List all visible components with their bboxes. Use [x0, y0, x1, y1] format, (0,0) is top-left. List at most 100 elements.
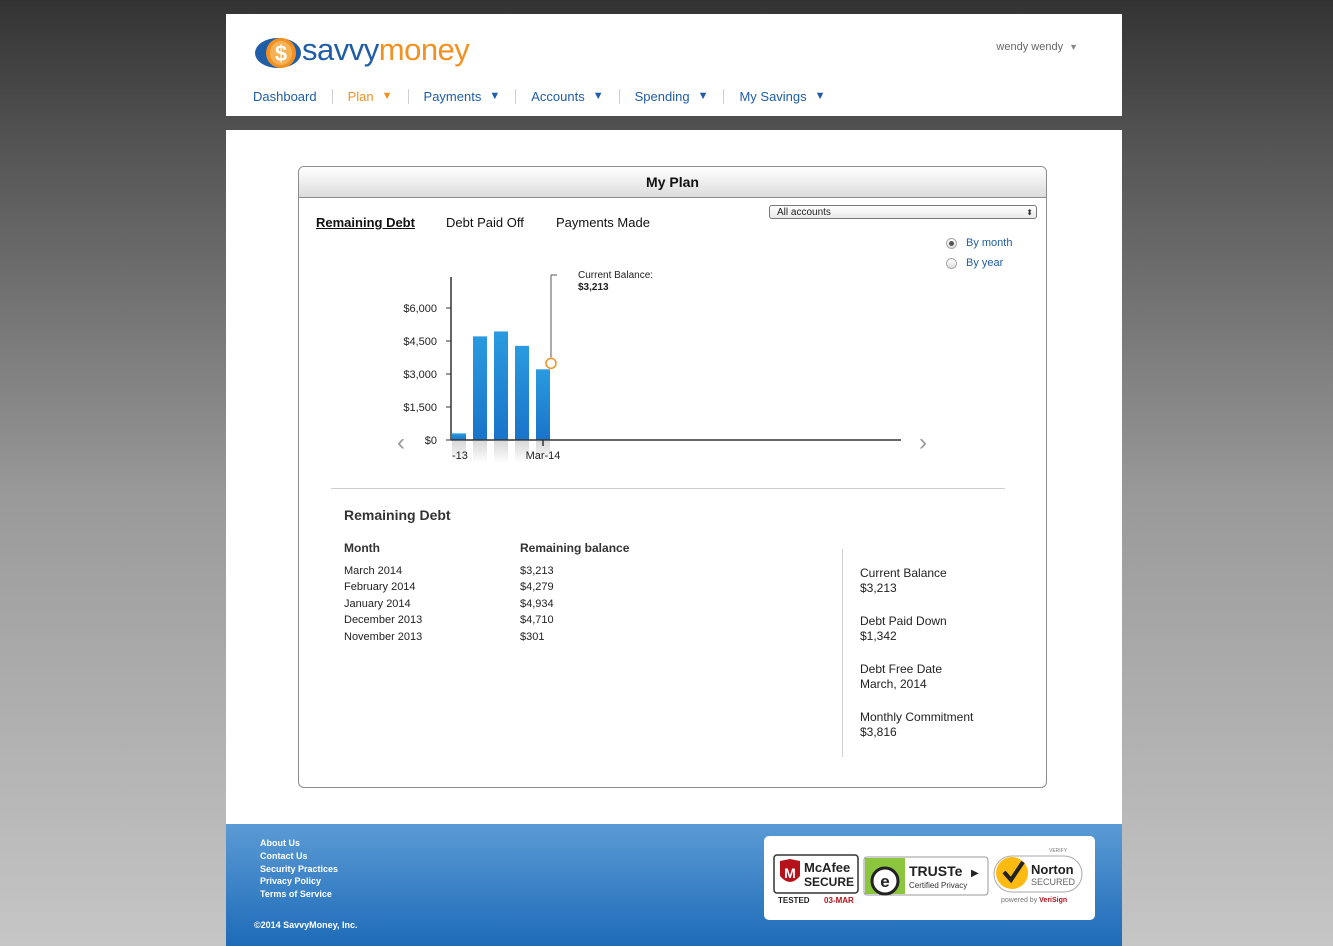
remaining-debt-heading: Remaining Debt [344, 507, 451, 523]
stat-monthly-commitment: Monthly Commitment $3,816 [860, 710, 973, 740]
radio-by-year-label: By year [966, 257, 1004, 269]
nav-plan[interactable]: Plan ▼ [331, 88, 408, 104]
stat-value: $3,816 [860, 725, 897, 739]
nav-dashboard[interactable]: Dashboard [253, 89, 332, 104]
svg-text:M: M [784, 865, 796, 881]
bar [494, 331, 508, 440]
nav-accounts-label: Accounts [531, 88, 585, 104]
footer-link-terms[interactable]: Terms of Service [260, 889, 332, 899]
svg-text:03-MAR: 03-MAR [824, 896, 854, 905]
bar-reflection [494, 441, 508, 463]
svg-text:Certified Privacy: Certified Privacy [909, 881, 967, 890]
nav-spending[interactable]: Spending ▼ [618, 88, 724, 104]
divider [331, 488, 1005, 489]
x-tick-label: Mar-14 [526, 450, 561, 462]
nav-my-savings-label: My Savings [739, 88, 807, 104]
row-month: March 2014 [344, 565, 403, 577]
nav-plan-label: Plan [347, 88, 374, 104]
row-balance: $4,710 [520, 614, 554, 626]
y-tick-label: $4,500 [403, 336, 437, 348]
row-month: February 2014 [344, 581, 416, 593]
stat-current-balance: Current Balance $3,213 [860, 566, 947, 596]
chevron-down-icon: ▼ [489, 90, 501, 102]
svg-text:Norton: Norton [1031, 862, 1074, 877]
footer-link-contact[interactable]: Contact Us [260, 851, 308, 861]
copyright: ©2014 SavvyMoney, Inc. [254, 920, 358, 930]
radio-checked-icon [946, 237, 957, 249]
footer-link-privacy[interactable]: Privacy Policy [260, 876, 321, 886]
savvymoney-logo[interactable]: $ savvymoney [254, 32, 474, 72]
mcafee-secure-badge[interactable]: M McAfee SECURE TESTED 03-MAR [773, 854, 859, 905]
trust-seals: M McAfee SECURE TESTED 03-MAR e TRUSTe ▶… [764, 836, 1095, 920]
user-menu[interactable]: wendy wendy ▼ [996, 41, 1078, 53]
column-header-month: Month [344, 541, 380, 555]
row-balance: $4,934 [520, 598, 554, 610]
stat-label: Current Balance [860, 566, 947, 580]
tab-debt-paid-off[interactable]: Debt Paid Off [446, 215, 524, 230]
stat-label: Debt Paid Down [860, 614, 947, 628]
norton-check-icon [996, 857, 1028, 889]
chart-next-icon[interactable]: › [919, 429, 927, 456]
y-tick-label: $0 [425, 435, 437, 447]
row-balance: $3,213 [520, 565, 554, 577]
svg-text:TESTED: TESTED [778, 896, 810, 905]
stat-debt-free-date: Debt Free Date March, 2014 [860, 662, 942, 692]
svg-text:powered by VeriSign: powered by VeriSign [1001, 897, 1067, 904]
logo-coin-icon: $ [255, 38, 301, 68]
stat-value: $1,342 [860, 629, 897, 643]
svg-text:McAfee: McAfee [804, 860, 850, 875]
norton-secured-badge[interactable]: VERIFY Norton SECURED powered by VeriSig… [993, 848, 1083, 904]
bar [536, 369, 550, 440]
nav-payments-label: Payments [423, 88, 482, 104]
select-arrows-icon: ⬍ [1026, 208, 1033, 217]
account-select[interactable]: All accounts ⬍ [769, 205, 1037, 219]
truste-badge[interactable]: e TRUSTe ▶ Certified Privacy [863, 856, 989, 896]
bar [452, 433, 466, 440]
stat-value: $3,213 [860, 581, 897, 595]
main-nav: Dashboard Plan ▼ Payments ▼ Accounts ▼ Spen… [253, 86, 841, 106]
svg-text:$: $ [275, 41, 287, 66]
nav-dashboard-label: Dashboard [253, 88, 317, 104]
chevron-down-icon: ▼ [592, 90, 604, 102]
footer: About Us Contact Us Security Practices P… [226, 824, 1122, 946]
footer-link-about[interactable]: About Us [260, 838, 300, 848]
nav-spending-label: Spending [634, 88, 690, 104]
chevron-down-icon: ▼ [814, 90, 826, 102]
footer-link-security[interactable]: Security Practices [260, 864, 338, 874]
user-menu-caret-icon: ▼ [1069, 42, 1078, 52]
row-balance: $4,279 [520, 581, 554, 593]
chevron-down-icon: ▼ [381, 90, 393, 102]
bar-reflection [473, 441, 487, 463]
row-month: December 2013 [344, 614, 423, 626]
chart-prev-icon[interactable]: ‹ [397, 429, 405, 456]
tab-remaining-debt[interactable]: Remaining Debt [316, 215, 415, 230]
bar [473, 336, 487, 440]
svg-text:VERIFY: VERIFY [1049, 848, 1068, 854]
stat-value: March, 2014 [860, 677, 927, 691]
row-month: November 2013 [344, 631, 423, 643]
svg-text:▶: ▶ [971, 868, 979, 879]
chevron-down-icon: ▼ [697, 90, 709, 102]
nav-accounts[interactable]: Accounts ▼ [515, 88, 618, 104]
radio-by-month[interactable]: By month [946, 237, 1012, 249]
bar [515, 345, 529, 440]
y-tick-label: $6,000 [403, 303, 437, 315]
nav-payments[interactable]: Payments ▼ [407, 88, 516, 104]
y-tick-label: $3,000 [403, 369, 437, 381]
vertical-divider [842, 549, 843, 757]
callout-label: Current Balance: [578, 270, 653, 281]
row-balance: $301 [520, 631, 545, 643]
account-select-value: All accounts [777, 207, 831, 218]
logo-text-savvy: savvy [302, 32, 379, 67]
user-name: wendy wendy [996, 41, 1064, 53]
tab-payments-made[interactable]: Payments Made [556, 215, 650, 230]
callout-value: $3,213 [578, 282, 609, 293]
main-content: My Plan Remaining Debt Debt Paid Off Pay… [226, 130, 1122, 824]
svg-text:TRUSTe: TRUSTe [909, 863, 963, 879]
svg-text:e: e [880, 872, 889, 891]
stat-debt-paid-down: Debt Paid Down $1,342 [860, 614, 947, 644]
nav-my-savings[interactable]: My Savings ▼ [723, 88, 840, 104]
column-header-balance: Remaining balance [520, 541, 630, 555]
my-plan-panel: My Plan Remaining Debt Debt Paid Off Pay… [298, 166, 1047, 788]
x-tick-label: -13 [452, 450, 468, 462]
